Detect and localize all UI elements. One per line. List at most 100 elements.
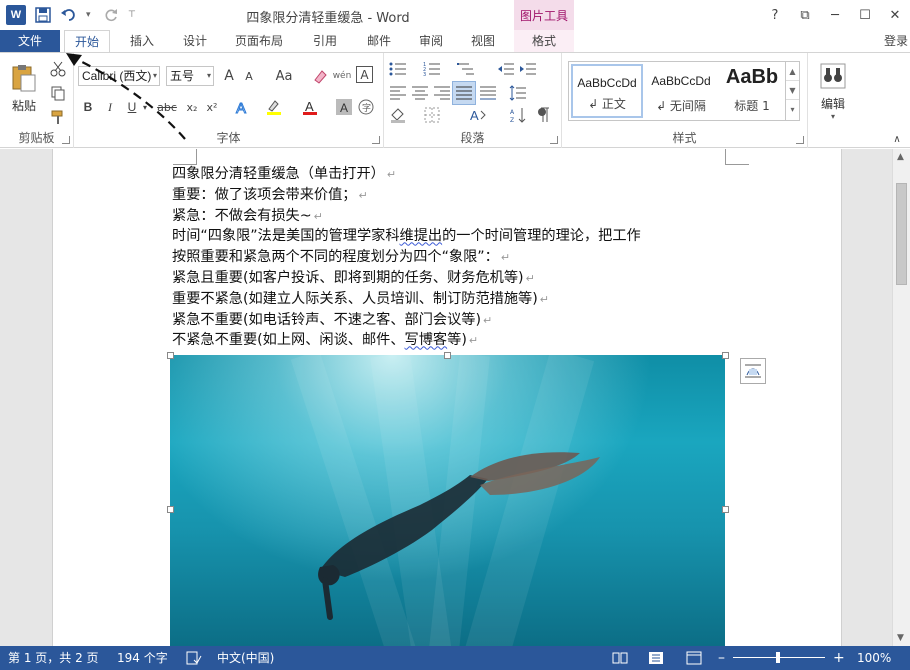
clipboard-launcher-icon[interactable]	[62, 136, 70, 144]
help-button[interactable]: ?	[760, 0, 790, 30]
scroll-thumb[interactable]	[896, 183, 907, 285]
bold-button[interactable]: B	[78, 97, 98, 117]
editing-button[interactable]: 编辑 ▾	[816, 59, 850, 125]
increase-indent-icon[interactable]	[518, 59, 538, 79]
style-normal[interactable]: AaBbCcDd ↲ 正文	[571, 64, 643, 118]
tab-format[interactable]: 格式	[514, 30, 574, 52]
align-center-icon[interactable]	[410, 83, 430, 103]
align-right-icon[interactable]	[432, 83, 452, 103]
cut-icon[interactable]	[48, 59, 68, 79]
tab-mailings[interactable]: 邮件	[356, 30, 402, 52]
font-name-dropdown-icon[interactable]: ▾	[153, 67, 157, 85]
zoom-in-button[interactable]: +	[833, 646, 845, 670]
italic-button[interactable]: I	[100, 97, 120, 117]
page-count-status[interactable]: 第 1 页，共 2 页	[8, 646, 99, 670]
picture-handle-ml[interactable]	[167, 506, 174, 513]
font-launcher-icon[interactable]	[372, 136, 380, 144]
maximize-button[interactable]: ☐	[850, 0, 880, 30]
line-spacing-icon[interactable]	[508, 83, 528, 103]
ribbon-display-options-button[interactable]: ⧉	[790, 0, 820, 30]
format-painter-icon[interactable]	[48, 107, 68, 127]
zoom-level[interactable]: 100%	[857, 646, 891, 670]
read-mode-icon[interactable]	[612, 646, 628, 670]
subscript-button[interactable]: x₂	[182, 97, 202, 117]
align-left-icon[interactable]	[388, 83, 408, 103]
picture-handle-tr[interactable]	[722, 352, 729, 359]
styles-scroll-down-icon[interactable]: ▼	[786, 81, 799, 100]
character-shading-icon[interactable]: A	[334, 97, 354, 117]
language-status[interactable]: 中文(中国)	[217, 646, 274, 670]
collapse-ribbon-icon[interactable]: ∧	[887, 129, 907, 149]
chinese-layout-icon[interactable]: A	[468, 105, 488, 125]
doc-line-quadrant-1: 紧急且重要(如客户投诉、即将到期的任务、财务危机等) ↵	[172, 269, 535, 286]
tab-home[interactable]: 开始	[64, 30, 110, 53]
tab-file[interactable]: 文件	[0, 30, 60, 52]
web-layout-icon[interactable]	[686, 646, 702, 670]
distributed-icon[interactable]	[478, 83, 498, 103]
font-size-value: 五号	[170, 69, 195, 83]
tab-page-layout[interactable]: 页面布局	[226, 30, 292, 52]
font-name-combo[interactable]: Calibri (西文) ▾	[78, 66, 160, 86]
underline-dropdown-icon[interactable]: ▾	[140, 97, 150, 117]
layout-options-button[interactable]	[740, 358, 766, 384]
grow-font-button[interactable]: A	[219, 66, 239, 86]
numbering-icon[interactable]: 123	[422, 59, 442, 79]
show-marks-icon[interactable]	[534, 105, 554, 125]
strikethrough-button[interactable]: abc	[154, 97, 180, 117]
inserted-picture[interactable]	[170, 355, 725, 646]
sort-icon[interactable]: AZ	[508, 105, 528, 125]
zoom-out-button[interactable]: –	[718, 646, 725, 670]
scroll-up-icon[interactable]: ▲	[897, 152, 904, 162]
styles-launcher-icon[interactable]	[796, 136, 804, 144]
print-layout-icon[interactable]	[648, 646, 664, 670]
text-effects-icon[interactable]: A	[232, 97, 252, 117]
scroll-down-icon[interactable]: ▼	[897, 633, 904, 643]
font-group: Calibri (西文) ▾ 五号 ▾ A A Aa wén A B I U ▾…	[74, 53, 384, 148]
sign-in-link[interactable]: 登录	[884, 30, 908, 52]
paragraph-launcher-icon[interactable]	[550, 136, 558, 144]
enclose-characters-icon[interactable]: 字	[356, 97, 376, 117]
picture-handle-mr[interactable]	[722, 506, 729, 513]
svg-text:3: 3	[423, 72, 426, 77]
minimize-button[interactable]: ─	[820, 0, 850, 30]
tab-design[interactable]: 设计	[172, 30, 218, 52]
tab-insert[interactable]: 插入	[118, 30, 166, 52]
borders-icon[interactable]	[422, 105, 442, 125]
word-count-status[interactable]: 194 个字	[117, 646, 168, 670]
proofing-icon[interactable]	[186, 646, 202, 670]
styles-more-icon[interactable]: ▾	[786, 100, 799, 119]
shading-icon[interactable]	[388, 105, 408, 125]
multilevel-list-icon[interactable]	[456, 59, 476, 79]
document-body[interactable]: 四象限分清轻重缓急（单击打开） ↵ 重要：做了该项会带来价值； ↵ 紧急：不做会有损…	[172, 164, 641, 351]
font-color-icon[interactable]: A	[300, 97, 320, 117]
paste-button[interactable]: 粘贴	[6, 59, 42, 117]
shrink-font-button[interactable]: A	[239, 66, 259, 86]
character-border-button[interactable]: A	[356, 66, 373, 83]
copy-icon[interactable]	[48, 83, 68, 103]
justify-icon[interactable]	[452, 81, 476, 105]
picture-handle-tl[interactable]	[167, 352, 174, 359]
change-case-button[interactable]: Aa	[270, 66, 298, 86]
close-button[interactable]: ✕	[880, 0, 910, 30]
svg-text:A: A	[340, 101, 348, 115]
font-size-dropdown-icon[interactable]: ▾	[207, 67, 211, 85]
bullets-icon[interactable]	[388, 59, 408, 79]
document-page[interactable]: 四象限分清轻重缓急（单击打开） ↵ 重要：做了该项会带来价值； ↵ 紧急：不做会有损…	[52, 149, 842, 646]
underline-button[interactable]: U	[122, 97, 142, 117]
highlight-color-icon[interactable]	[264, 97, 284, 117]
style-no-spacing[interactable]: AaBbCcDd ↲ 无间隔	[645, 64, 717, 118]
tab-view[interactable]: 视图	[460, 30, 506, 52]
style-heading-1[interactable]: AaBb 标题 1	[719, 64, 785, 118]
font-size-combo[interactable]: 五号 ▾	[166, 66, 214, 86]
layout-options-icon	[745, 364, 761, 378]
zoom-slider-thumb[interactable]	[776, 652, 780, 663]
tab-review[interactable]: 审阅	[408, 30, 454, 52]
tab-references[interactable]: 引用	[302, 30, 348, 52]
phonetic-guide-button[interactable]: wén	[332, 66, 352, 86]
clear-formatting-icon[interactable]	[310, 66, 330, 86]
vertical-scrollbar[interactable]: ▲ ▼	[892, 149, 910, 646]
picture-handle-tc[interactable]	[444, 352, 451, 359]
styles-scroll-up-icon[interactable]: ▲	[786, 62, 799, 81]
superscript-button[interactable]: x²	[202, 97, 222, 117]
decrease-indent-icon[interactable]	[496, 59, 516, 79]
